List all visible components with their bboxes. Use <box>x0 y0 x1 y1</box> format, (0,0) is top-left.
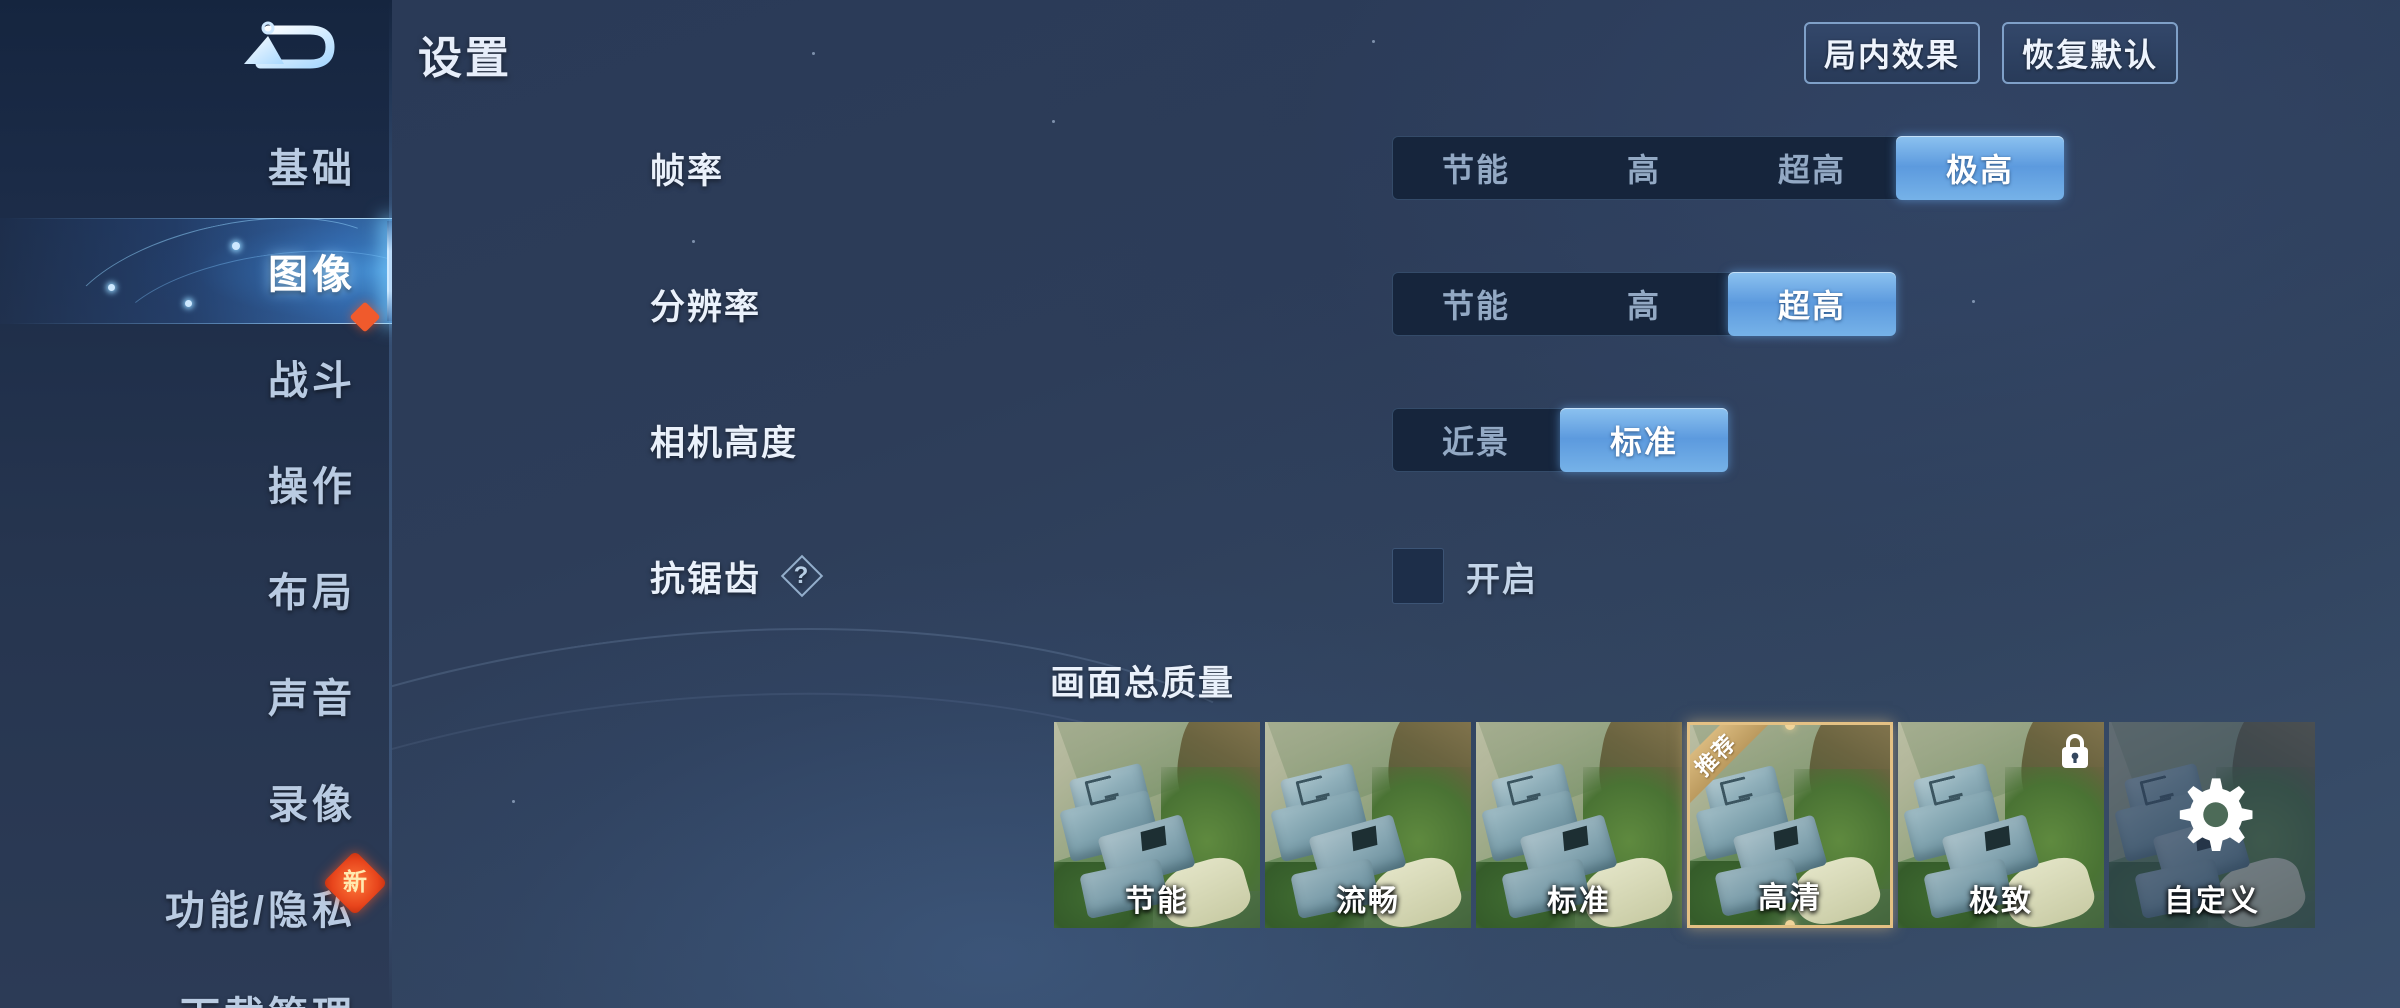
sidebar-item-shengyin[interactable]: 声音 <box>0 642 392 748</box>
sidebar-item-gongneng-yinsi[interactable]: 功能/隐私 新 <box>0 850 392 960</box>
preset-label: 自定义 <box>2164 885 2260 918</box>
framerate-option-gao[interactable]: 高 <box>1560 136 1728 200</box>
active-top-line <box>8 218 392 219</box>
decor-dot <box>108 284 115 291</box>
sidebar-item-label: 声音 <box>268 677 356 721</box>
sidebar-item-label: 操作 <box>268 465 356 509</box>
quality-preset-list: 节能 流畅 标准 推荐 高清 极致 自定义 <box>1054 722 2315 928</box>
active-edge-glow <box>387 221 392 321</box>
in-game-effects-button[interactable]: 局内效果 <box>1803 22 1980 84</box>
preset-label: 极致 <box>1969 885 2033 918</box>
help-glyph: ? <box>793 562 811 589</box>
background-star <box>812 52 815 55</box>
setting-label: 帧率 <box>650 143 724 194</box>
sidebar-item-luxiang[interactable]: 录像 <box>0 748 392 854</box>
sidebar-item-label: 图像 <box>268 253 356 297</box>
quality-preset-zidingyi[interactable]: 自定义 <box>2109 722 2315 928</box>
setting-row-antialiasing: 抗锯齿 ? 开启 <box>392 508 2400 644</box>
setting-label-text: 帧率 <box>650 151 725 191</box>
quality-preset-jizhi[interactable]: 极致 <box>1898 722 2104 928</box>
decor-dot <box>185 300 192 307</box>
quality-preset-jieneng[interactable]: 节能 <box>1054 722 1260 928</box>
quality-preset-liuchang[interactable]: 流畅 <box>1265 722 1471 928</box>
camera-height-option-biaozhun[interactable]: 标准 <box>1560 408 1728 472</box>
sidebar-item-tuxiang[interactable]: 图像 <box>0 218 392 333</box>
sidebar: 基础 图像 战斗 操作 布局 声音 录像 功能/隐私 新 <box>0 0 392 1008</box>
preset-label: 高清 <box>1758 882 1822 915</box>
antialiasing-checkbox[interactable] <box>1392 548 1444 604</box>
sidebar-nav-list: 基础 图像 战斗 操作 布局 声音 录像 功能/隐私 新 <box>0 112 392 1008</box>
decor-dot <box>232 242 240 250</box>
resolution-segmented-control: 节能 高 超高 <box>1392 272 1896 336</box>
sidebar-item-buju[interactable]: 布局 <box>0 536 392 642</box>
setting-row-camera-height: 相机高度 近景 标准 <box>392 372 2400 508</box>
framerate-option-jigao[interactable]: 极高 <box>1896 136 2064 200</box>
antialiasing-checkbox-label: 开启 <box>1466 560 1538 599</box>
framerate-option-chaogao[interactable]: 超高 <box>1728 136 1896 200</box>
sidebar-new-badge: 新 <box>322 850 388 916</box>
resolution-option-chaogao[interactable]: 超高 <box>1728 272 1896 336</box>
preset-label: 流畅 <box>1336 885 1400 918</box>
page-title: 设置 <box>418 34 512 83</box>
framerate-segmented-control: 节能 高 超高 极高 <box>1392 136 2064 200</box>
setting-label-text: 分辨率 <box>650 287 762 327</box>
quality-preset-biaozhun[interactable]: 标准 <box>1476 722 1682 928</box>
quality-section-title: 画面总质量 <box>1050 664 1236 703</box>
resolution-option-jieneng[interactable]: 节能 <box>1392 272 1560 336</box>
header-actions: 局内效果 恢复默认 <box>1803 22 2178 84</box>
back-arrow-icon[interactable] <box>238 14 338 76</box>
lock-icon <box>2058 732 2092 770</box>
gear-icon <box>2166 771 2258 863</box>
antialiasing-toggle[interactable]: 开启 <box>1392 548 1538 604</box>
sidebar-item-label: 录像 <box>268 783 356 827</box>
setting-label-text: 相机高度 <box>650 423 799 463</box>
new-badge-label: 新 <box>343 869 367 896</box>
setting-label: 抗锯齿 ? <box>650 551 824 602</box>
camera-height-segmented-control: 近景 标准 <box>1392 408 1728 472</box>
sidebar-item-label: 战斗 <box>268 359 356 403</box>
framerate-option-jieneng[interactable]: 节能 <box>1392 136 1560 200</box>
sidebar-item-zhandou[interactable]: 战斗 <box>0 324 392 430</box>
resolution-option-gao[interactable]: 高 <box>1560 272 1728 336</box>
sidebar-item-label: 基础 <box>268 147 356 191</box>
restore-defaults-button[interactable]: 恢复默认 <box>2001 22 2178 84</box>
sidebar-item-xiazai-guanli[interactable]: 下载管理 <box>0 960 392 1008</box>
sidebar-item-caozuo[interactable]: 操作 <box>0 430 392 536</box>
question-mark-icon[interactable]: ? <box>780 554 824 598</box>
sidebar-item-label: 下载管理 <box>180 984 356 1008</box>
preset-label: 标准 <box>1547 885 1611 918</box>
quality-preset-gaoqing[interactable]: 推荐 高清 <box>1687 722 1893 928</box>
settings-screen: 基础 图像 战斗 操作 布局 声音 录像 功能/隐私 新 设置 局内效果 恢复默… <box>0 0 2400 1008</box>
setting-label: 分辨率 <box>650 279 761 330</box>
background-star <box>1372 40 1375 43</box>
setting-label: 相机高度 <box>650 415 798 466</box>
settings-rows: 帧率 节能 高 超高 极高 分辨率 节能 高 超高 相机高度 近景 标准 抗锯齿… <box>392 100 2400 644</box>
sidebar-item-jichu[interactable]: 基础 <box>0 112 392 218</box>
preset-label: 节能 <box>1125 885 1189 918</box>
sidebar-item-label: 布局 <box>268 571 356 615</box>
camera-height-option-jinjing[interactable]: 近景 <box>1392 408 1560 472</box>
main-panel: 设置 局内效果 恢复默认 帧率 节能 高 超高 极高 分辨率 节能 高 超高 相… <box>392 0 2400 1008</box>
setting-row-resolution: 分辨率 节能 高 超高 <box>392 236 2400 372</box>
setting-row-framerate: 帧率 节能 高 超高 极高 <box>392 100 2400 236</box>
setting-label-text: 抗锯齿 <box>650 559 762 599</box>
selection-pin-bottom <box>1785 920 1795 925</box>
background-star <box>512 800 515 803</box>
